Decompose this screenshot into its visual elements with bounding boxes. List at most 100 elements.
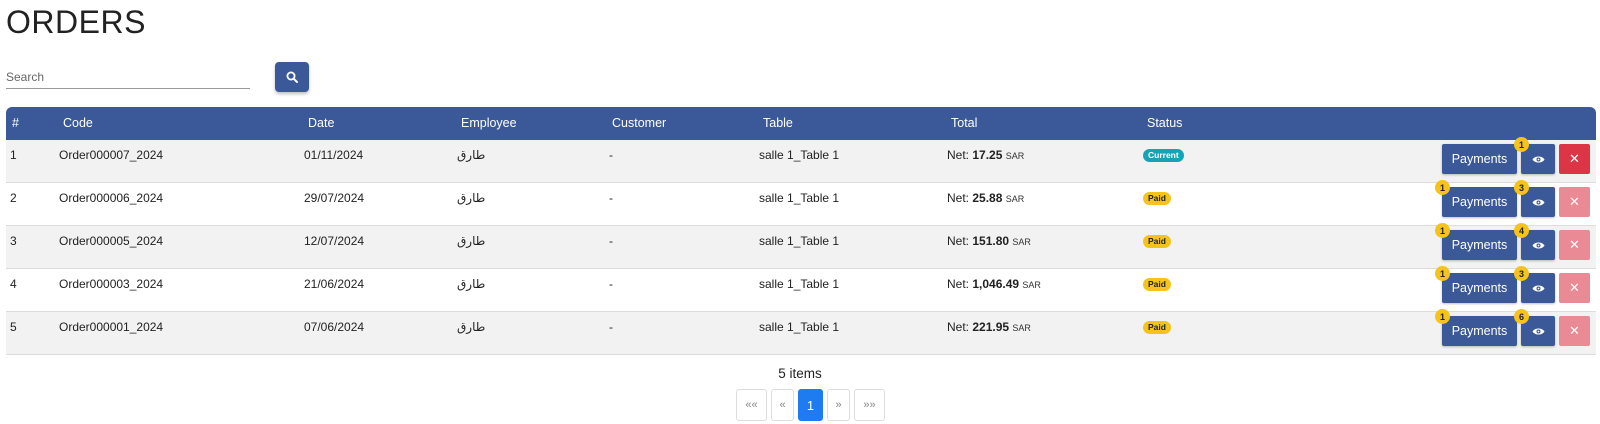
payments-label: Payments	[1451, 238, 1508, 252]
items-count: 5 items	[778, 366, 822, 381]
payments-button[interactable]: Payments	[1442, 316, 1517, 346]
header-customer: Customer	[612, 116, 667, 130]
header-employee: Employee	[461, 116, 517, 130]
eye-icon	[1532, 156, 1544, 162]
page-first-button[interactable]: ««	[736, 389, 767, 421]
row-table: salle 1_Table 1	[759, 191, 840, 205]
row-index: 1	[10, 148, 17, 162]
row-date: 01/11/2024	[304, 148, 364, 162]
delete-button[interactable]: ✕	[1559, 187, 1590, 217]
header-status: Status	[1147, 116, 1183, 130]
header-index: #	[12, 116, 19, 130]
status-badge: Paid	[1143, 278, 1171, 291]
net-value: 151.80	[972, 234, 1010, 248]
row-customer: -	[609, 148, 613, 162]
payments-button[interactable]: Payments	[1442, 187, 1517, 217]
net-label: Net:	[947, 234, 970, 248]
close-icon: ✕	[1569, 151, 1580, 166]
delete-button[interactable]: ✕	[1559, 316, 1590, 346]
row-total: Net: 221.95 SAR	[947, 320, 1031, 334]
row-employee: طارق	[457, 277, 486, 291]
page-title: ORDERS	[6, 4, 146, 40]
delete-button[interactable]: ✕	[1559, 230, 1590, 260]
net-label: Net:	[947, 277, 970, 291]
view-count-badge: 3	[1514, 266, 1529, 281]
currency-label: SAR	[1005, 151, 1025, 161]
row-total: Net: 17.25 SAR	[947, 148, 1024, 162]
table-body: 1 Order000007_2024 01/11/2024 طارق - salle 1_…	[6, 137, 1596, 355]
row-employee: طارق	[457, 320, 486, 334]
close-icon: ✕	[1569, 323, 1580, 338]
payments-count-badge: 1	[1435, 223, 1450, 238]
row-date: 12/07/2024	[304, 234, 365, 248]
row-code: Order000006_2024	[59, 191, 164, 205]
payments-count-badge: 1	[1435, 266, 1450, 281]
header-table: Table	[763, 116, 793, 130]
search-wrap	[6, 66, 250, 89]
net-label: Net:	[947, 148, 970, 162]
row-date: 21/06/2024	[304, 277, 365, 291]
row-employee: طارق	[457, 191, 486, 205]
eye-icon	[1532, 199, 1544, 205]
currency-label: SAR	[1005, 194, 1025, 204]
row-customer: -	[609, 320, 613, 334]
pagination: «« « 1 » »»	[736, 389, 885, 421]
payments-count-badge: 1	[1435, 309, 1450, 324]
currency-label: SAR	[1022, 280, 1041, 290]
row-date: 29/07/2024	[304, 191, 365, 205]
page-last-button[interactable]: »»	[854, 389, 885, 421]
page-1-button[interactable]: 1	[798, 389, 823, 421]
table-header: # Code Date Employee Customer Table Tota…	[6, 107, 1596, 140]
row-employee: طارق	[457, 148, 486, 162]
status-badge: Paid	[1143, 321, 1171, 334]
payments-button[interactable]: Payments	[1442, 144, 1517, 174]
table-row: 3 Order000005_2024 12/07/2024 طارق - salle 1_…	[6, 223, 1596, 269]
search-button[interactable]	[275, 62, 309, 92]
row-index: 2	[10, 191, 17, 205]
payments-button[interactable]: Payments	[1442, 230, 1517, 260]
orders-table: # Code Date Employee Customer Table Tota…	[6, 107, 1596, 355]
eye-icon	[1532, 242, 1544, 248]
net-label: Net:	[947, 320, 970, 334]
header-code: Code	[63, 116, 93, 130]
payments-button[interactable]: Payments	[1442, 273, 1517, 303]
row-table: salle 1_Table 1	[759, 320, 840, 334]
net-value: 1,046.49	[972, 277, 1020, 291]
header-total: Total	[951, 116, 978, 130]
table-row: 1 Order000007_2024 01/11/2024 طارق - salle 1_…	[6, 137, 1596, 183]
view-count-badge: 1	[1514, 137, 1529, 152]
table-row: 5 Order000001_2024 07/06/2024 طارق - salle 1_…	[6, 309, 1596, 355]
table-row: 4 Order000003_2024 21/06/2024 طارق - salle 1_…	[6, 266, 1596, 312]
row-index: 4	[10, 277, 17, 291]
row-total: Net: 25.88 SAR	[947, 191, 1024, 205]
net-value: 25.88	[972, 191, 1003, 205]
currency-label: SAR	[1012, 237, 1031, 247]
payments-label: Payments	[1451, 281, 1508, 295]
row-employee: طارق	[457, 234, 486, 248]
page-prev-button[interactable]: «	[771, 389, 794, 421]
search-input[interactable]	[6, 66, 250, 89]
eye-icon	[1532, 285, 1544, 291]
row-table: salle 1_Table 1	[759, 277, 840, 291]
net-value: 221.95	[972, 320, 1010, 334]
row-total: Net: 151.80 SAR	[947, 234, 1031, 248]
row-date: 07/06/2024	[304, 320, 365, 334]
row-code: Order000003_2024	[59, 277, 164, 291]
page-next-button[interactable]: »	[827, 389, 850, 421]
eye-icon	[1532, 328, 1544, 334]
payments-label: Payments	[1451, 195, 1508, 209]
net-value: 17.25	[972, 148, 1003, 162]
view-count-badge: 3	[1514, 180, 1529, 195]
payments-label: Payments	[1451, 324, 1508, 338]
delete-button[interactable]: ✕	[1559, 144, 1590, 174]
status-badge: Current	[1143, 149, 1184, 162]
delete-button[interactable]: ✕	[1559, 273, 1590, 303]
net-label: Net:	[947, 191, 970, 205]
close-icon: ✕	[1569, 237, 1580, 252]
close-icon: ✕	[1569, 280, 1580, 295]
row-customer: -	[609, 234, 613, 248]
status-badge: Paid	[1143, 192, 1171, 205]
close-icon: ✕	[1569, 194, 1580, 209]
row-code: Order000001_2024	[59, 320, 164, 334]
row-code: Order000005_2024	[59, 234, 164, 248]
